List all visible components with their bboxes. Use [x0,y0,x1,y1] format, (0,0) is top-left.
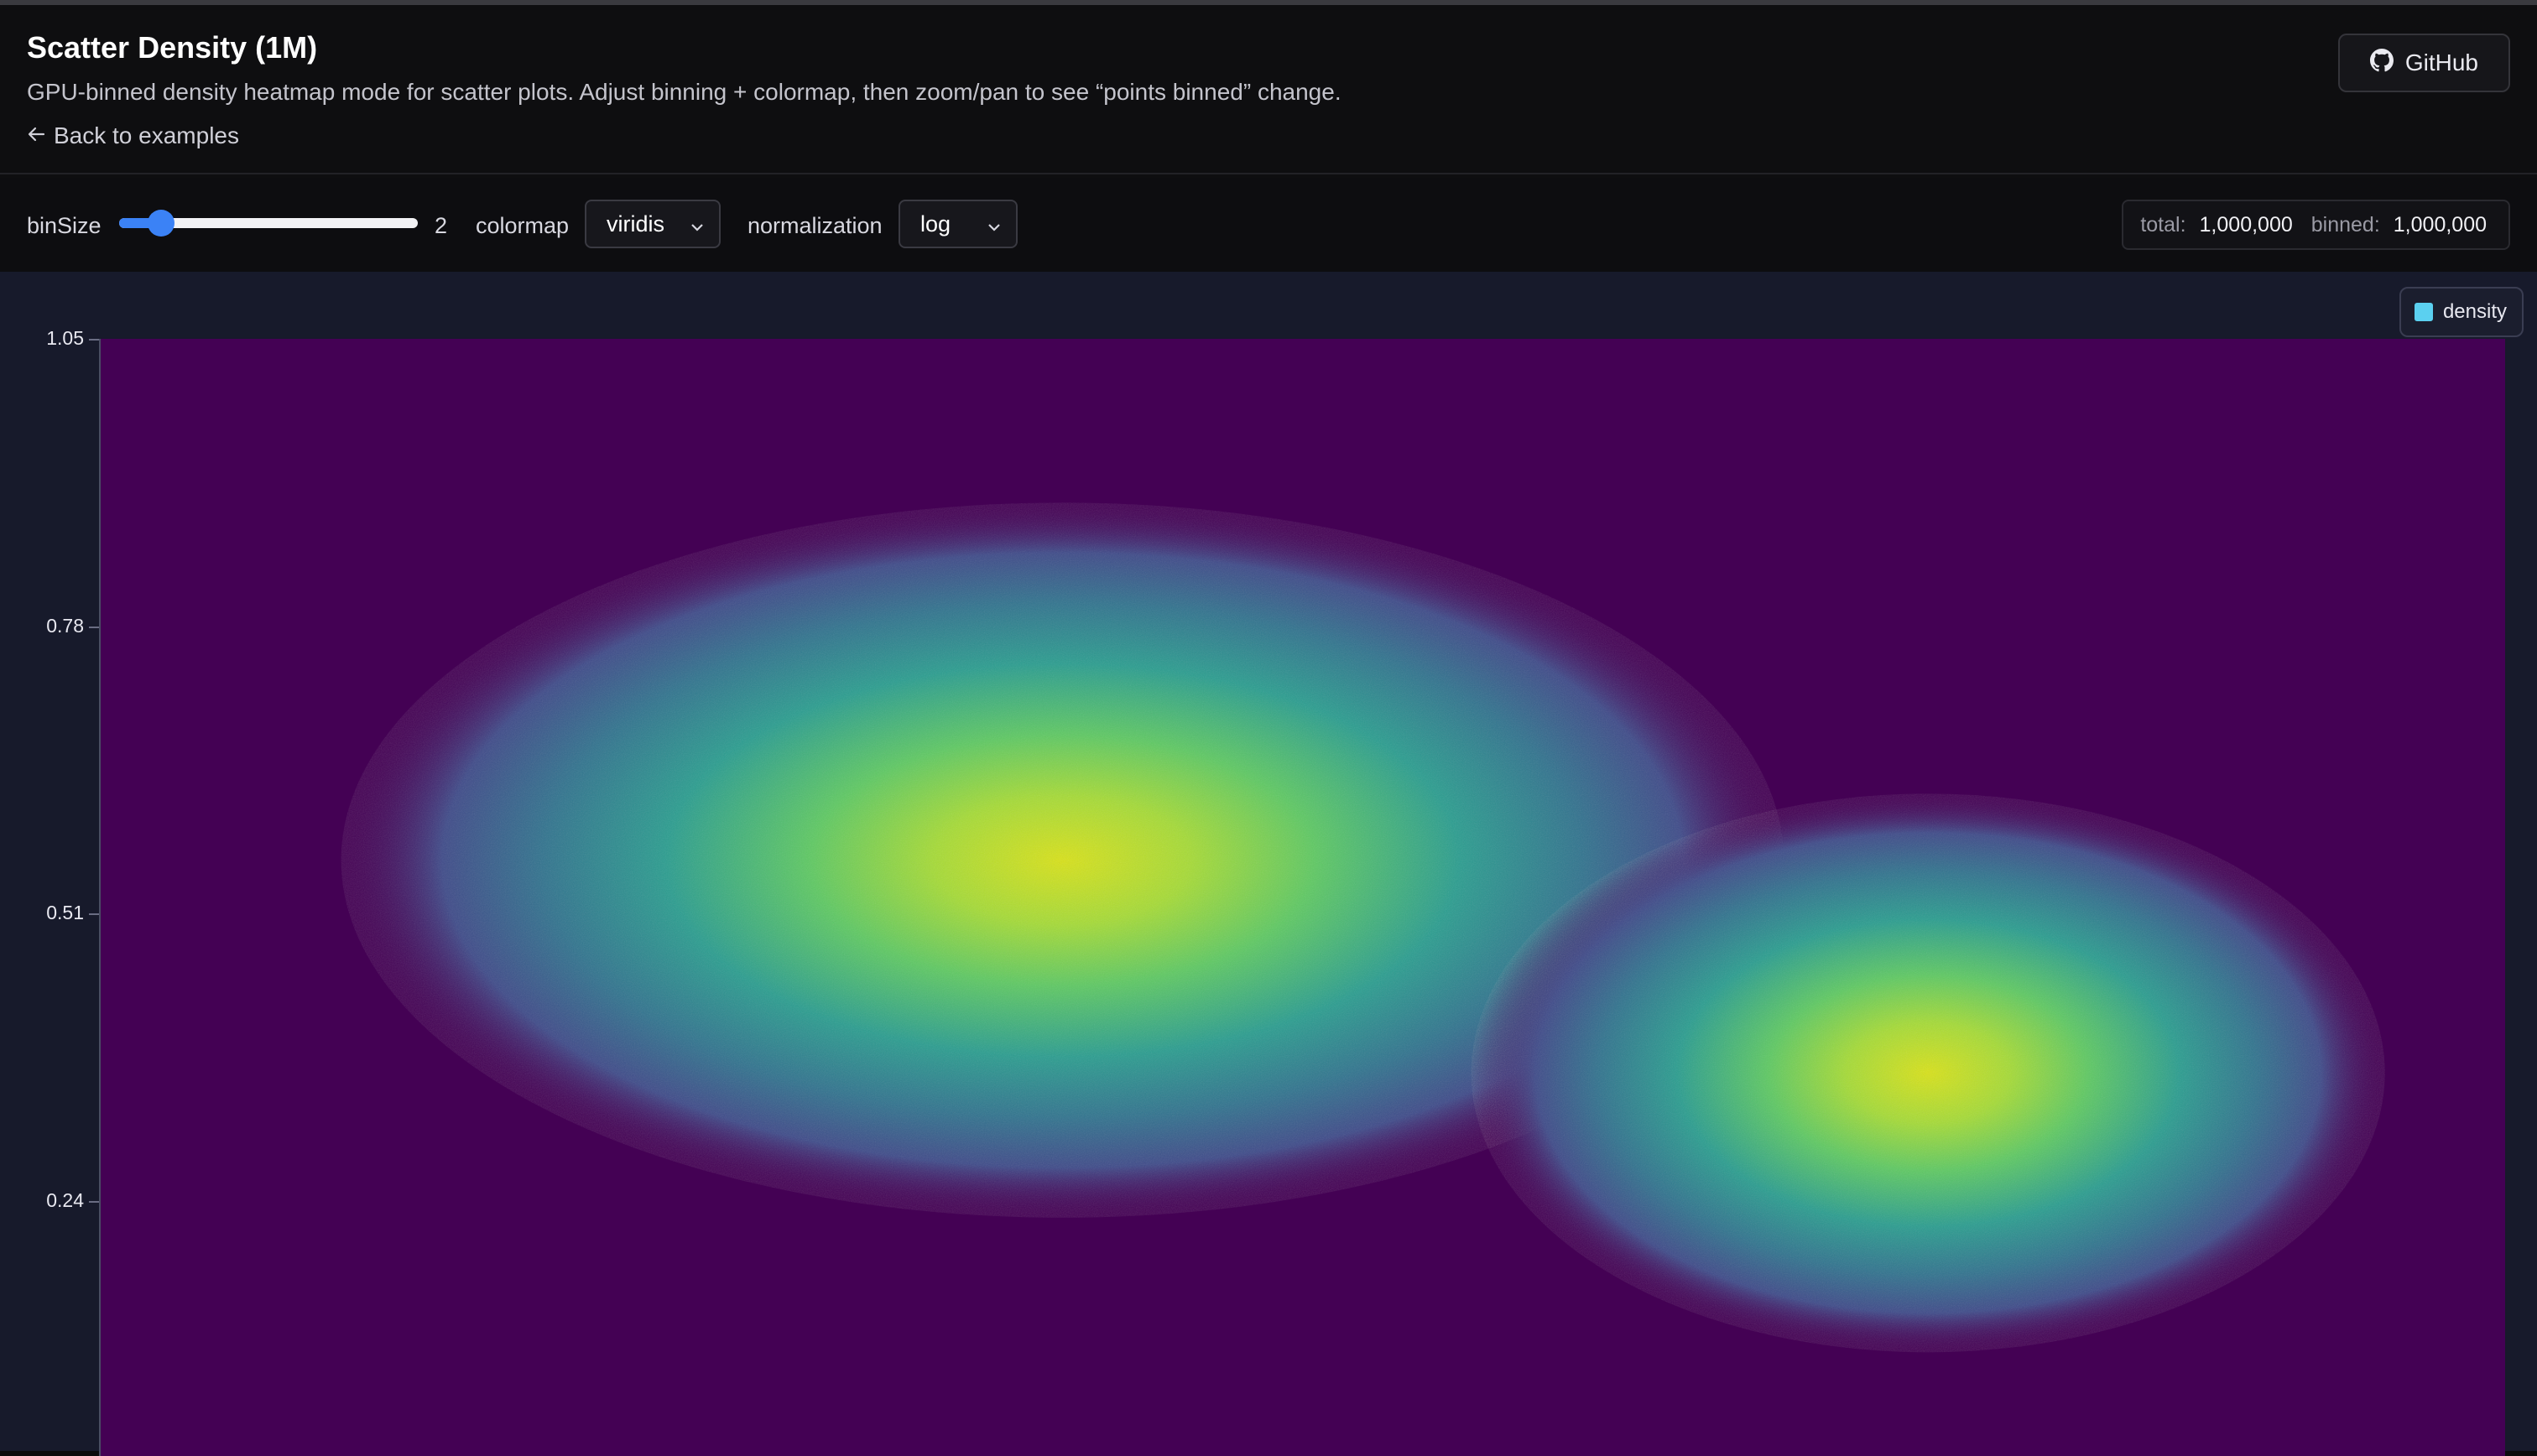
back-to-examples-link[interactable]: Back to examples [27,122,239,149]
binned-label: binned: [2310,212,2380,237]
binsize-label: binSize [27,213,102,238]
app-window: Scatter Density (1M) GPU-binned density … [0,0,2537,1456]
page-title: Scatter Density (1M) [27,30,318,65]
slider-thumb[interactable] [147,210,175,237]
chevron-down-icon [689,216,706,242]
legend-swatch [2414,303,2433,321]
page-subtitle: GPU-binned density heatmap mode for scat… [27,79,1341,105]
density-heatmap[interactable] [101,339,2505,1456]
chart-panel[interactable]: 1.05 0.78 0.51 0.24 density [0,272,2537,1456]
normalization-select[interactable]: log [899,200,1018,248]
arrow-left-icon [27,122,45,149]
binsize-value: 2 [435,213,448,238]
y-tick-label: 0.24 [46,1188,84,1211]
page-header: Scatter Density (1M) GPU-binned density … [0,5,2537,174]
total-value: 1,000,000 [2199,212,2293,237]
density-cluster-grain [1471,793,2385,1353]
y-tick-label: 0.78 [46,614,84,637]
colormap-selected-value: viridis [607,211,665,237]
github-icon [2369,48,2394,78]
github-button[interactable]: GitHub [2337,34,2510,92]
normalization-label: normalization [748,213,883,238]
y-tick-mark [89,339,99,341]
y-tick-mark [89,1200,99,1203]
heatmap-svg [341,502,2385,1353]
back-link-label: Back to examples [54,122,239,148]
y-tick-mark [89,913,99,916]
binned-value: 1,000,000 [2393,212,2487,237]
normalization-selected-value: log [920,211,951,237]
binsize-slider[interactable] [119,210,418,237]
y-tick-label: 0.51 [46,902,84,924]
colormap-select[interactable]: viridis [585,200,721,248]
y-tick-mark [89,626,99,628]
chevron-down-icon [986,216,1003,242]
point-stats: total: 1,000,000 binned: 1,000,000 [2122,200,2510,250]
chart-legend[interactable]: density [2399,287,2524,337]
total-label: total: [2140,212,2186,237]
y-tick-label: 1.05 [46,327,84,349]
legend-label: density [2442,300,2507,323]
colormap-label: colormap [476,213,570,238]
github-label: GitHub [2404,49,2478,75]
